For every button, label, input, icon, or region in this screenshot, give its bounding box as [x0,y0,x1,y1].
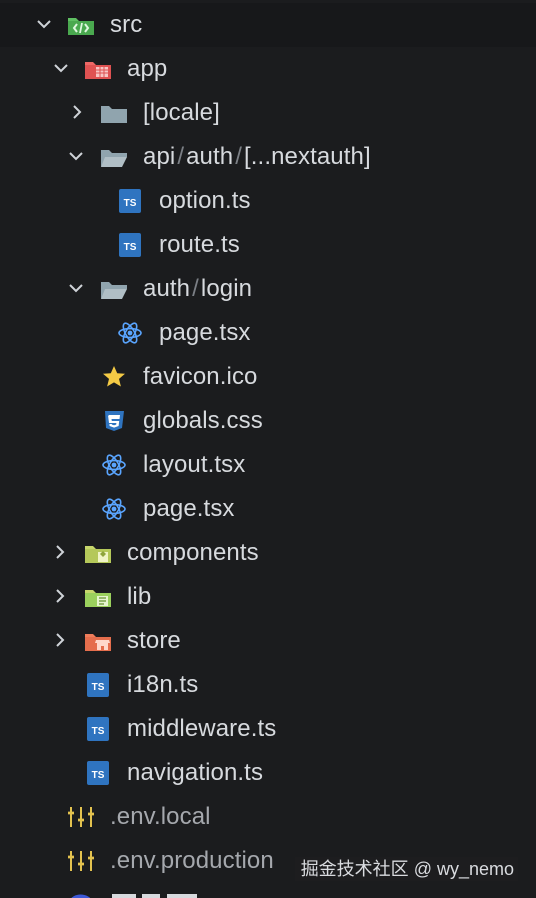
tree-item-label-env-local: .env.local [110,803,211,830]
tree-item-i18n-ts[interactable]: TS i18n.ts [0,663,536,707]
chevron-down-icon[interactable] [52,59,70,77]
partial-file-icon [71,894,91,898]
tree-item-page-tsx-app[interactable]: page.tsx [0,487,536,531]
tree-item-app[interactable]: app [0,47,536,91]
tree-item-label-api-auth-nextauth: api/auth/[...nextauth] [143,143,371,171]
react-source-folder-icon [68,18,94,35]
tree-item-page-tsx-login[interactable]: page.tsx [0,311,536,355]
folder-icon [101,106,127,123]
svg-text:TS: TS [92,682,105,693]
tree-item-label-lib: lib [127,583,152,610]
tree-item-globals-css[interactable]: globals.css [0,399,536,443]
chevron-right-icon[interactable] [51,631,69,649]
tree-item-label-i18n-ts: i18n.ts [127,671,199,698]
chevron-down-icon[interactable] [67,279,85,297]
tree-item-label-components: components [127,539,259,566]
tree-item-route-ts[interactable]: TS route.ts [0,223,536,267]
tree-item-label-locale: [locale] [143,99,220,126]
tree-item-middleware-ts[interactable]: TS middleware.ts [0,707,536,751]
tree-item-option-ts[interactable]: TS option.ts [0,179,536,223]
path-segment-auth: auth [186,143,234,170]
typescript-file-icon: TS [87,673,109,697]
svg-text:TS: TS [92,726,105,737]
tree-item-env-local[interactable]: .env.local [0,795,536,839]
tree-item-label-auth-login: auth/login [143,275,252,303]
tree-item-navigation-ts[interactable]: TS navigation.ts [0,751,536,795]
chevron-down-icon[interactable] [67,147,85,165]
tree-item-label-env-production: .env.production [110,847,274,874]
tree-item-lib[interactable]: lib [0,575,536,619]
tree-item-layout-tsx[interactable]: layout.tsx [0,443,536,487]
tree-item-label-layout-tsx: layout.tsx [143,451,246,478]
tree-item-label-app: app [127,55,168,82]
tree-item-label-page-tsx-app: page.tsx [143,495,235,522]
path-segment-api: api [143,143,176,170]
chevron-right-icon[interactable] [51,543,69,561]
react-tsx-icon [102,454,126,476]
partial-file-label-fragment [112,894,197,898]
path-separator: / [177,143,185,170]
file-explorer-tree: src app [locale] api/auth/[...nextauth] … [0,0,536,898]
tree-item-label-navigation-ts: navigation.ts [127,759,264,786]
path-segment-login: login [200,275,253,302]
store-folder-icon [85,634,111,651]
tree-item-store[interactable]: store [0,619,536,663]
chevron-right-icon[interactable] [51,587,69,605]
folder-open-icon [101,150,127,167]
tree-item-label-globals-css: globals.css [143,407,263,434]
typescript-file-icon: TS [87,717,109,741]
svg-text:TS: TS [124,242,137,253]
react-tsx-icon [118,322,142,344]
tree-item-label-store: store [127,627,181,654]
folder-open-icon [101,282,127,299]
tree-item-components[interactable]: components [0,531,536,575]
tree-item-favicon-ico[interactable]: favicon.ico [0,355,536,399]
tree-item-src[interactable]: src [0,3,536,47]
chevron-down-icon[interactable] [35,15,53,33]
tree-item-label-route-ts: route.ts [159,231,240,258]
library-folder-icon [85,590,111,607]
path-segment-nextauth: [...nextauth] [244,143,371,170]
tree-item-label-page-tsx-login: page.tsx [159,319,251,346]
path-separator: / [235,143,243,170]
components-folder-icon [85,546,111,563]
react-tsx-icon [102,498,126,520]
tree-item-label-src: src [110,11,143,38]
typescript-file-icon: TS [119,189,141,213]
tree-item-api-auth-nextauth[interactable]: api/auth/[...nextauth] [0,135,536,179]
chevron-right-icon[interactable] [68,103,86,121]
tree-item-auth-login[interactable]: auth/login [0,267,536,311]
env-settings-icon [68,851,94,871]
tree-item-label-middleware-ts: middleware.ts [127,715,277,742]
tree-item-locale[interactable]: [locale] [0,91,536,135]
svg-text:TS: TS [92,770,105,781]
css3-file-icon [105,411,124,431]
tree-item-label-option-ts: option.ts [159,187,251,214]
typescript-file-icon: TS [119,233,141,257]
favicon-star-icon [103,366,125,387]
app-folder-icon [85,62,111,79]
path-segment-auth: auth [143,275,191,302]
path-separator: / [192,275,199,302]
watermark: 掘金技术社区 @ wy_nemo [294,857,518,881]
env-settings-icon [68,807,94,827]
svg-text:TS: TS [124,198,137,209]
tree-item-label-favicon-ico: favicon.ico [143,363,258,390]
typescript-file-icon: TS [87,761,109,785]
